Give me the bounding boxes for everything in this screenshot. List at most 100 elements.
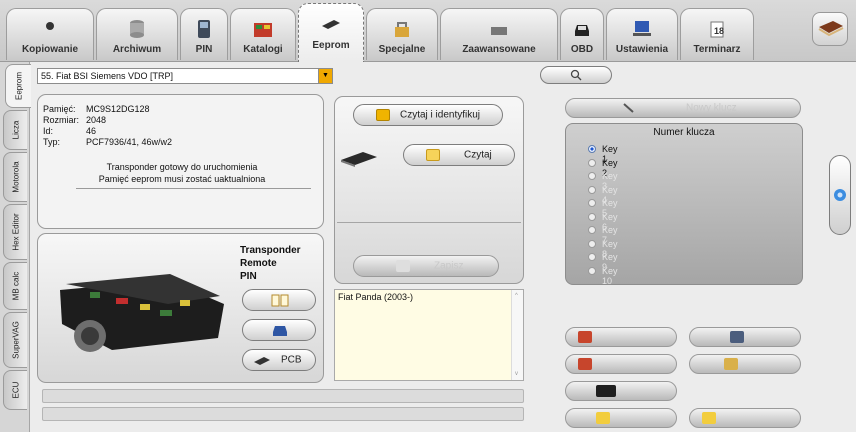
chevron-up-icon[interactable]: ^ xyxy=(515,293,518,299)
tab-pin[interactable]: PIN xyxy=(180,8,228,60)
size-value: 2048 xyxy=(86,115,107,125)
car-icon xyxy=(273,326,287,336)
size-label: Rozmiar: xyxy=(43,115,80,125)
tab-terminarz[interactable]: 18 Terminarz xyxy=(680,8,754,60)
radio-icon[interactable] xyxy=(588,253,596,261)
action-button-6[interactable] xyxy=(565,408,677,428)
side-action-button[interactable] xyxy=(829,155,851,235)
divider xyxy=(76,188,311,189)
memory-value: MC9S12DG128 xyxy=(86,104,150,114)
device-icon xyxy=(730,331,744,343)
key-number-title: Numer klucza xyxy=(653,127,715,138)
info-circle-icon xyxy=(834,189,846,201)
action-button-4[interactable] xyxy=(689,354,801,374)
radio-icon[interactable] xyxy=(588,226,596,234)
memory-label: Pamięć: xyxy=(43,104,76,114)
action-button-3[interactable] xyxy=(565,354,677,374)
book-icon xyxy=(818,21,844,37)
side-tab-eeprom[interactable]: Eeprom xyxy=(5,64,31,108)
radio-icon[interactable] xyxy=(588,172,596,180)
lock-icon xyxy=(724,358,738,370)
type-value: PCF7936/41, 46w/w2 xyxy=(86,137,173,147)
key-icon xyxy=(623,103,634,113)
radio-icon[interactable] xyxy=(588,199,596,207)
chevron-down-icon[interactable]: v xyxy=(515,371,518,377)
chip-icon xyxy=(254,357,270,365)
radio-icon[interactable] xyxy=(588,266,596,275)
pin-label: PIN xyxy=(240,271,257,282)
radio-icon[interactable] xyxy=(588,212,596,221)
remote-label: Remote xyxy=(240,258,277,269)
bsi-module-image xyxy=(60,274,224,352)
side-tab-licza[interactable]: Licza xyxy=(3,110,27,150)
tab-obd[interactable]: OBD xyxy=(560,8,604,60)
tab-ustawienia[interactable]: Ustawienia xyxy=(606,8,678,60)
device-icon xyxy=(198,20,210,38)
status-note-line2: Pamięć eeprom musi zostać uaktualniona xyxy=(98,174,266,184)
status-note-line1: Transponder gotowy do uruchomienia xyxy=(106,162,258,172)
database-icon xyxy=(130,20,144,38)
tab-zaawansowane[interactable]: Zaawansowane xyxy=(440,8,558,60)
pcb-button[interactable]: PCB xyxy=(242,349,316,371)
side-tab-bar: Eeprom Licza Motorola Hex Editor MB calc… xyxy=(0,62,31,432)
red-tool-icon xyxy=(578,331,592,343)
catalog-icon xyxy=(254,23,272,37)
chevron-down-icon[interactable]: ▼ xyxy=(318,69,332,83)
side-tab-supervag[interactable]: SuperVAG xyxy=(3,312,27,368)
side-tab-mb-calc[interactable]: MB calc xyxy=(3,262,27,310)
search-icon xyxy=(570,69,582,81)
car-icon xyxy=(575,25,589,36)
radio-icon[interactable] xyxy=(588,145,596,153)
divider xyxy=(337,222,521,223)
action-button-1[interactable] xyxy=(565,327,677,347)
key-number-group: Numer klucza Key 1 Key 2 Key 3 Key 4 Key 5 Ke… xyxy=(565,123,803,286)
open-book-icon xyxy=(271,294,289,307)
id-label: Id: xyxy=(43,126,54,136)
tab-katalogi[interactable]: Katalogi xyxy=(230,8,296,60)
new-key-button[interactable]: Nowy klucz xyxy=(565,98,801,118)
vehicle-button[interactable] xyxy=(242,319,316,341)
radio-icon[interactable] xyxy=(588,185,596,194)
action-button-5[interactable] xyxy=(565,381,677,401)
key-label: Key 10 xyxy=(602,265,618,286)
side-tab-motorola[interactable]: Motorola xyxy=(3,152,27,202)
computer-icon xyxy=(633,21,651,36)
tab-specjalne[interactable]: Specjalne xyxy=(366,8,438,60)
remote-key-icon xyxy=(596,385,616,397)
side-tab-ecu[interactable]: ECU xyxy=(3,370,27,410)
manual-book-button[interactable] xyxy=(242,289,316,311)
chip-icon xyxy=(322,20,340,29)
write-button[interactable]: Zapisz xyxy=(353,255,499,277)
action-button-2[interactable] xyxy=(689,327,801,347)
export-icon xyxy=(596,412,610,424)
special-icon xyxy=(395,22,409,37)
status-bar xyxy=(42,407,524,421)
description-textarea[interactable]: Fiat Panda (2003-) ^ v xyxy=(334,289,524,381)
advanced-icon xyxy=(491,27,507,35)
type-label: Typ: xyxy=(43,137,61,147)
progress-bar xyxy=(42,389,524,403)
side-tab-hex-editor[interactable]: Hex Editor xyxy=(3,204,27,260)
read-button[interactable]: Czytaj xyxy=(403,144,515,166)
transponder-label: Transponder xyxy=(240,245,301,256)
scrollbar[interactable]: ^ v xyxy=(511,290,523,380)
module-select[interactable]: 55. Fiat BSI Siemens VDO [TRP] ▼ xyxy=(37,68,333,84)
coil-icon xyxy=(46,22,54,30)
radio-icon[interactable] xyxy=(588,158,596,167)
search-icon xyxy=(376,109,390,121)
file-icon xyxy=(426,149,440,161)
svg-text:18: 18 xyxy=(714,26,724,36)
id-value: 46 xyxy=(86,126,97,136)
read-identify-button[interactable]: Czytaj i identyfikuj xyxy=(353,104,503,126)
tab-archiwum[interactable]: Archiwum xyxy=(96,8,178,60)
app-window: Kopiowanie Archiwum PIN Katalogi Eeprom … xyxy=(0,0,856,432)
calendar-icon: 18 xyxy=(710,21,724,38)
manual-button[interactable] xyxy=(812,12,848,46)
tab-kopiowanie[interactable]: Kopiowanie xyxy=(6,8,94,60)
search-button[interactable] xyxy=(540,66,612,84)
radio-icon[interactable] xyxy=(588,239,596,248)
tab-eeprom[interactable]: Eeprom xyxy=(298,3,364,62)
save-icon xyxy=(396,260,410,272)
action-button-7[interactable] xyxy=(689,408,801,428)
import-icon xyxy=(702,412,716,424)
